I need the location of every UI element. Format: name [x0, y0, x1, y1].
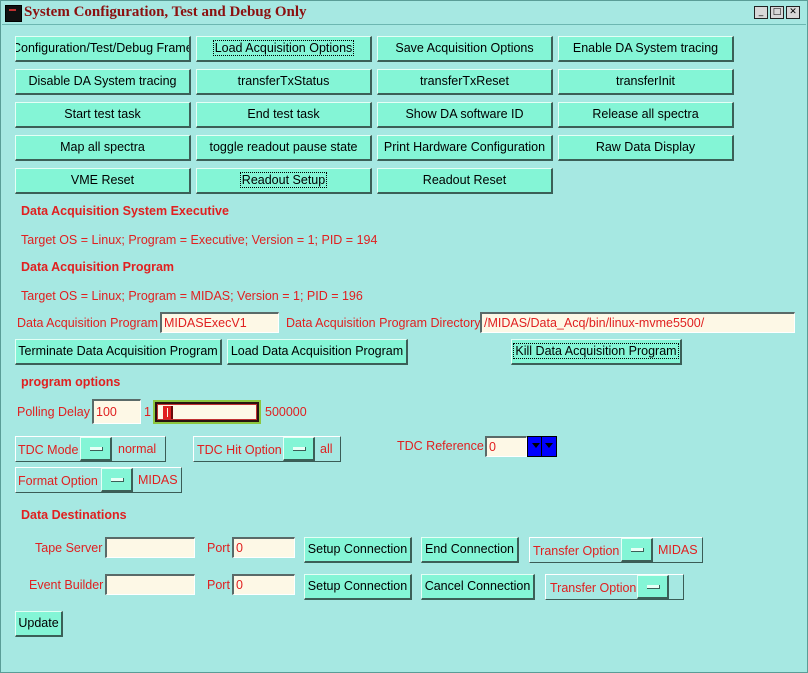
transfer-tx-status-button[interactable]: transferTxStatus	[196, 69, 372, 95]
eb-transfer-label: Transfer Option	[550, 581, 637, 595]
slider-handle[interactable]	[163, 406, 173, 419]
format-option-label: Format Option	[18, 474, 98, 488]
tape-transfer-group: Transfer Option MIDAS	[529, 537, 703, 563]
tape-port-label: Port	[207, 541, 230, 555]
map-all-spectra-button[interactable]: Map all spectra	[15, 135, 191, 161]
readout-setup-button[interactable]: Readout Setup	[196, 168, 372, 194]
eb-port-label: Port	[207, 578, 230, 592]
program-options-header: program options	[21, 375, 121, 389]
update-button[interactable]: Update	[15, 611, 63, 637]
disable-da-tracing-button[interactable]: Disable DA System tracing	[15, 69, 191, 95]
config-test-debug-frame-label: Configuration/Test/Debug Frame	[15, 41, 191, 55]
tape-transfer-value: MIDAS	[658, 543, 698, 557]
load-acquisition-options-label: Load Acquisition Options	[212, 40, 355, 56]
load-program-button[interactable]: Load Data Acquisition Program	[227, 339, 408, 365]
format-option-menu-button[interactable]	[101, 468, 133, 492]
enable-da-tracing-button[interactable]: Enable DA System tracing	[558, 36, 734, 62]
tape-end-connection-button[interactable]: End Connection	[421, 537, 519, 563]
config-test-debug-frame-button[interactable]: Configuration/Test/Debug Frame	[15, 36, 191, 62]
transfer-tx-reset-button[interactable]: transferTxReset	[377, 69, 553, 95]
window-title: System Configuration, Test and Debug Onl…	[24, 4, 307, 20]
tdc-reference-field[interactable]: 0	[485, 436, 527, 457]
tdc-mode-label: TDC Mode	[18, 443, 79, 457]
executive-info: Target OS = Linux; Program = Executive; …	[21, 233, 378, 247]
slider-min-label: 1	[144, 405, 151, 419]
tape-transfer-menu-button[interactable]	[621, 538, 653, 562]
transfer-init-button[interactable]: transferInit	[558, 69, 734, 95]
release-all-spectra-button[interactable]: Release all spectra	[558, 102, 734, 128]
eb-port-field[interactable]: 0	[232, 574, 295, 595]
end-test-task-button[interactable]: End test task	[196, 102, 372, 128]
tape-server-field[interactable]	[105, 537, 195, 558]
kill-program-label: Kill Data Acquisition Program	[513, 343, 679, 359]
maximize-icon[interactable]: □	[770, 6, 784, 19]
tape-transfer-label: Transfer Option	[533, 544, 620, 558]
tdc-hit-label: TDC Hit Option	[197, 443, 282, 457]
tape-port-field[interactable]: 0	[232, 537, 295, 558]
data-destinations-header: Data Destinations	[21, 508, 127, 522]
format-option-group: Format Option MIDAS	[15, 467, 182, 493]
eb-transfer-group: Transfer Option	[545, 574, 684, 600]
format-option-value: MIDAS	[138, 473, 178, 487]
eb-cancel-connection-button[interactable]: Cancel Connection	[421, 574, 535, 600]
program-info: Target OS = Linux; Program = MIDAS; Vers…	[21, 289, 363, 303]
program-directory-label: Data Acquisition Program Directory	[286, 316, 481, 330]
event-builder-field[interactable]	[105, 574, 195, 595]
print-hardware-config-button[interactable]: Print Hardware Configuration	[377, 135, 553, 161]
vme-reset-button[interactable]: VME Reset	[15, 168, 191, 194]
tdc-reference-spinner[interactable]	[527, 436, 557, 457]
tdc-hit-menu-button[interactable]	[283, 437, 315, 461]
spin-down-icon[interactable]	[532, 443, 540, 448]
program-header: Data Acquisition Program	[21, 260, 175, 274]
polling-delay-slider[interactable]	[153, 400, 261, 424]
tdc-mode-menu-button[interactable]	[80, 437, 112, 461]
show-da-software-id-button[interactable]: Show DA software ID	[377, 102, 553, 128]
kill-program-button[interactable]: Kill Data Acquisition Program	[511, 339, 682, 365]
slider-max-label: 500000	[265, 405, 307, 419]
readout-setup-label: Readout Setup	[239, 172, 328, 188]
readout-reset-button[interactable]: Readout Reset	[377, 168, 553, 194]
tape-server-label: Tape Server	[35, 541, 103, 555]
start-test-task-button[interactable]: Start test task	[15, 102, 191, 128]
spin-up-icon[interactable]	[545, 443, 553, 448]
executive-header: Data Acquisition System Executive	[21, 204, 229, 218]
raw-data-display-button[interactable]: Raw Data Display	[558, 135, 734, 161]
tdc-hit-group: TDC Hit Option all	[193, 436, 341, 462]
slider-trough	[157, 404, 257, 420]
program-name-field[interactable]: MIDASExecV1	[160, 312, 279, 333]
program-name-label: Data Acquisition Program	[17, 316, 159, 330]
program-directory-field[interactable]: /MIDAS/Data_Acq/bin/linux-mvme5500/	[480, 312, 795, 333]
tape-setup-connection-button[interactable]: Setup Connection	[304, 537, 412, 563]
title-bar: System Configuration, Test and Debug Onl…	[2, 2, 806, 25]
tdc-hit-value: all	[320, 442, 333, 456]
event-builder-label: Event Builder	[29, 578, 104, 592]
toggle-readout-pause-button[interactable]: toggle readout pause state	[196, 135, 372, 161]
load-acquisition-options-button[interactable]: Load Acquisition Options	[196, 36, 372, 62]
tdc-mode-group: TDC Mode normal	[15, 436, 166, 462]
save-acquisition-options-button[interactable]: Save Acquisition Options	[377, 36, 553, 62]
eb-transfer-menu-button[interactable]	[637, 575, 669, 599]
terminate-program-button[interactable]: Terminate Data Acquisition Program	[15, 339, 222, 365]
close-icon[interactable]: ✕	[786, 6, 800, 19]
app-icon	[5, 5, 22, 22]
polling-delay-field[interactable]: 100	[92, 399, 141, 424]
tdc-mode-value: normal	[118, 442, 157, 456]
eb-setup-connection-button[interactable]: Setup Connection	[304, 574, 412, 600]
config-window: System Configuration, Test and Debug Onl…	[0, 0, 808, 673]
polling-delay-label: Polling Delay	[17, 405, 90, 419]
tdc-reference-label: TDC Reference	[397, 439, 484, 453]
minimize-icon[interactable]: _	[754, 6, 768, 19]
